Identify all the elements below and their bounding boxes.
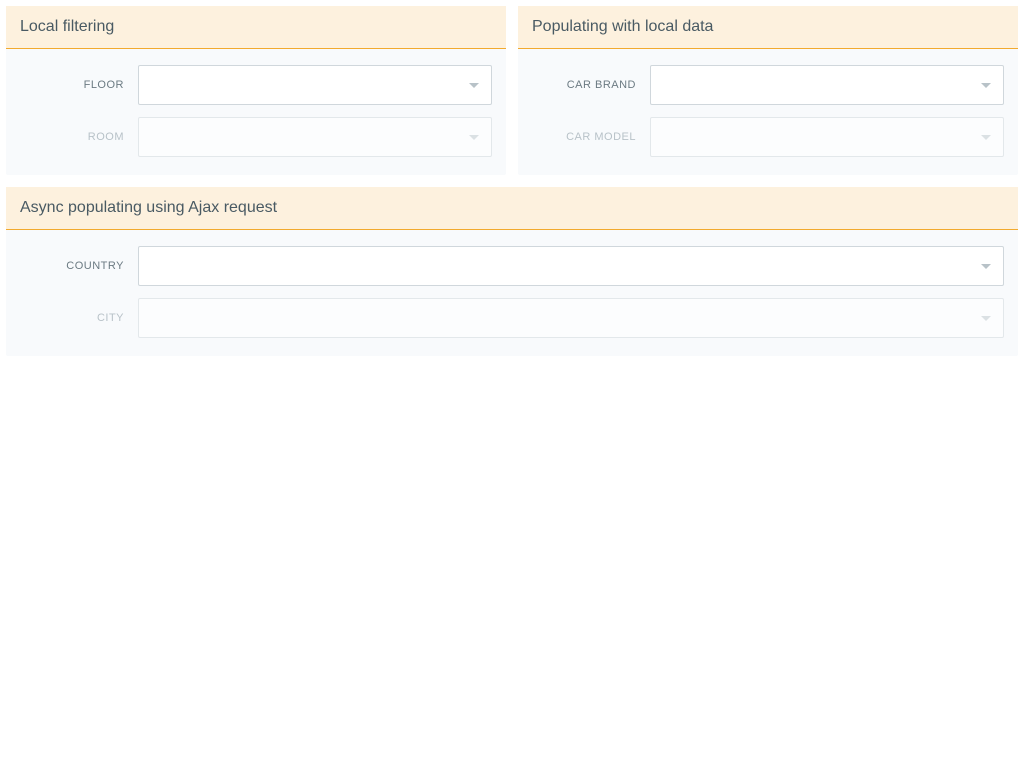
select-city	[138, 298, 1004, 338]
field-room: ROOM	[20, 117, 492, 157]
select-room	[138, 117, 492, 157]
panel-local-filtering: Local filtering FLOOR ROOM	[6, 6, 506, 175]
select-floor[interactable]	[138, 65, 492, 105]
caret-down-icon	[469, 83, 479, 88]
panel-body: COUNTRY CITY	[6, 230, 1018, 356]
panel-body: CAR BRAND CAR MODEL	[518, 49, 1018, 175]
field-label-room: ROOM	[20, 131, 138, 143]
caret-down-icon	[981, 316, 991, 321]
field-label-car-brand: CAR BRAND	[532, 79, 650, 91]
field-label-country: COUNTRY	[20, 260, 138, 272]
panel-local-data: Populating with local data CAR BRAND CAR…	[518, 6, 1018, 175]
field-label-car-model: CAR MODEL	[532, 131, 650, 143]
field-floor: FLOOR	[20, 65, 492, 105]
field-city: CITY	[20, 298, 1004, 338]
field-label-city: CITY	[20, 312, 138, 324]
select-car-brand[interactable]	[650, 65, 1004, 105]
panel-async: Async populating using Ajax request COUN…	[6, 187, 1018, 356]
caret-down-icon	[981, 264, 991, 269]
panel-title: Async populating using Ajax request	[6, 187, 1018, 230]
panel-title: Local filtering	[6, 6, 506, 49]
select-car-model	[650, 117, 1004, 157]
caret-down-icon	[981, 83, 991, 88]
field-car-model: CAR MODEL	[532, 117, 1004, 157]
panel-title: Populating with local data	[518, 6, 1018, 49]
field-car-brand: CAR BRAND	[532, 65, 1004, 105]
panel-body: FLOOR ROOM	[6, 49, 506, 175]
select-country[interactable]	[138, 246, 1004, 286]
field-country: COUNTRY	[20, 246, 1004, 286]
caret-down-icon	[981, 135, 991, 140]
field-label-floor: FLOOR	[20, 79, 138, 91]
caret-down-icon	[469, 135, 479, 140]
